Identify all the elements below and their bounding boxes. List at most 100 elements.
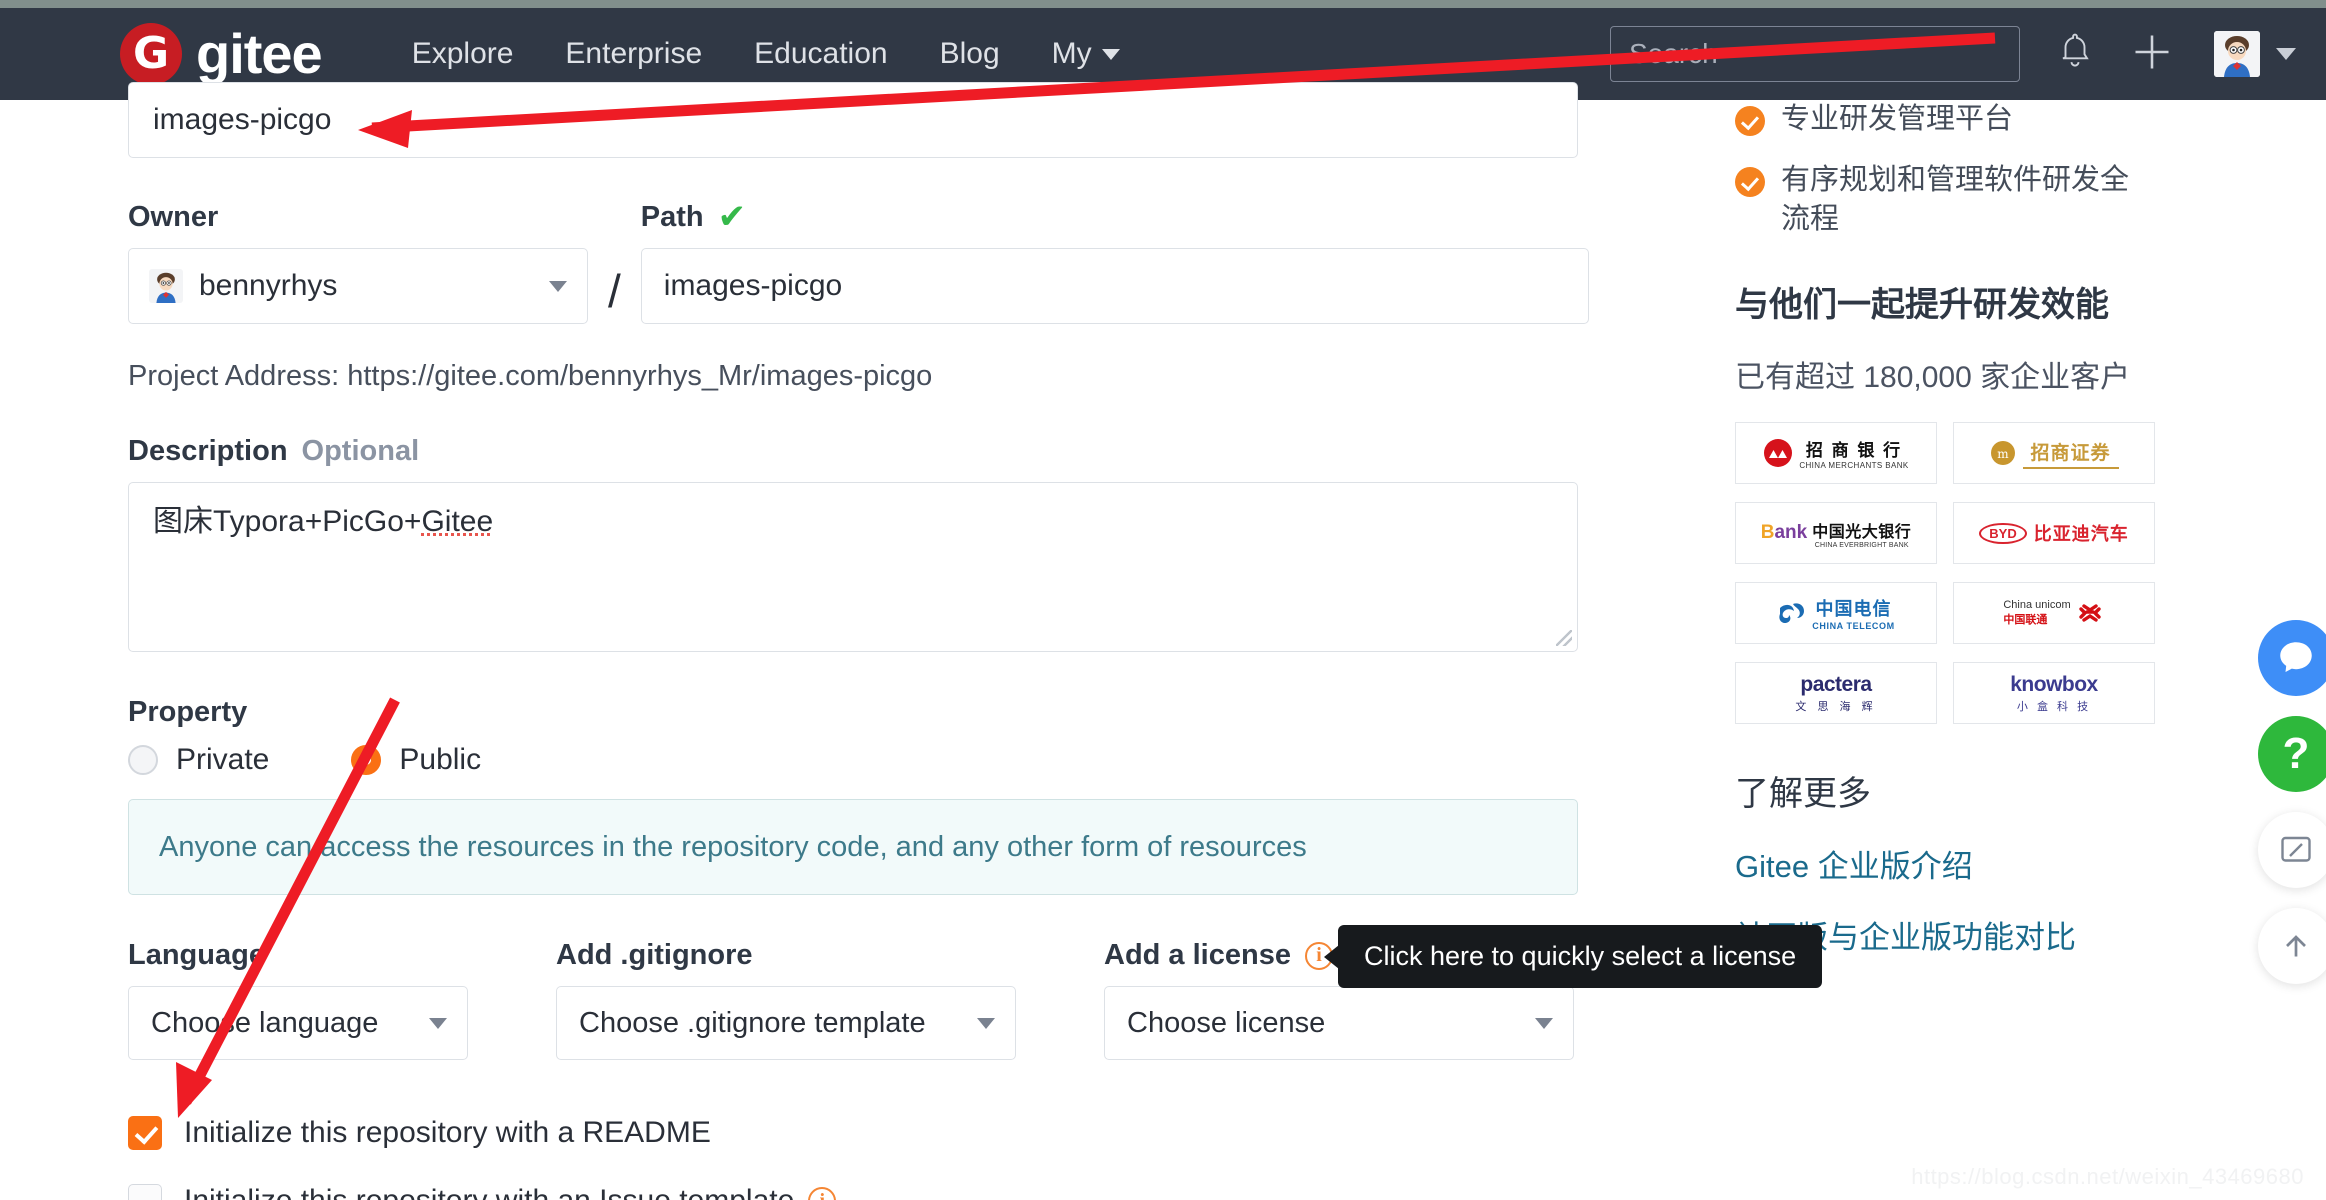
owner-label: Owner — [128, 201, 219, 233]
language-field-group: Language Choose language — [128, 939, 468, 1060]
new-repository-form: Owner bennyrh — [0, 82, 1640, 1200]
nav-item-my[interactable]: My — [1052, 37, 1120, 71]
project-address-text: Project Address: https://gitee.com/benny… — [128, 360, 933, 392]
language-value: Choose language — [151, 1006, 379, 1039]
feature-item: 专业研发管理平台 — [1735, 100, 2155, 139]
logo-main-text: pactera — [1800, 672, 1872, 696]
logo-bank-mark: Bank — [1760, 522, 1808, 544]
logo-main-text: 比亚迪汽车 — [2033, 524, 2129, 545]
logo-sub-text: 小 盒 科 技 — [2016, 700, 2092, 713]
logo-sub-text: BYD — [1979, 522, 2027, 544]
chat-bubble-fab[interactable] — [2258, 620, 2326, 696]
chevron-down-icon[interactable] — [2276, 48, 2296, 60]
owner-select[interactable]: bennyrhys — [128, 248, 588, 324]
logo-china-merchants-securities[interactable]: m 招商证券 — [1953, 422, 2155, 485]
watermark-text: https://blog.csdn.net/weixin_43469680 — [1911, 1164, 2304, 1189]
main-nav: Explore Enterprise Education Blog My — [412, 37, 1172, 71]
path-field-group: Path ✔ — [640, 200, 1589, 324]
license-select[interactable]: Choose license — [1104, 986, 1574, 1060]
gitee-logo-text: gitee — [196, 22, 323, 85]
readme-checkbox-row[interactable]: Initialize this repository with a README — [128, 1116, 1640, 1150]
path-label: Path ✔ — [641, 200, 1589, 234]
language-select[interactable]: Choose language — [128, 986, 468, 1060]
description-label: Description Optional — [128, 435, 1640, 468]
description-textarea[interactable]: 图床Typora+PicGo+Gitee — [128, 482, 1578, 652]
repository-name-input[interactable] — [128, 82, 1578, 158]
property-radio-group: Private Public — [128, 743, 1640, 777]
radio-label: Public — [399, 743, 482, 776]
description-text-plain: 图床Typora+PicGo+ — [153, 505, 422, 538]
license-value: Choose license — [1127, 1006, 1326, 1039]
plus-icon[interactable] — [2130, 30, 2174, 79]
logo-china-merchants-bank[interactable]: 招 商 银 行 CHINA MERCHANTS BANK — [1735, 422, 1937, 485]
search-input[interactable] — [1610, 26, 2020, 82]
nav-label: Enterprise — [565, 37, 703, 70]
logo-main-text: 中国联通 — [2003, 614, 2048, 627]
header-right-cluster — [1610, 8, 2326, 100]
logo-china-unicom[interactable]: China unicom 中国联通 — [1953, 582, 2155, 645]
path-valid-check-icon: ✔ — [717, 198, 747, 236]
radio-public[interactable]: Public — [351, 743, 481, 777]
avatar[interactable] — [2214, 31, 2260, 77]
radio-dot-icon — [128, 745, 158, 775]
textarea-resize-handle[interactable] — [1556, 630, 1572, 646]
feature-item: 有序规划和管理软件研发全流程 — [1735, 161, 2155, 239]
gitee-logo[interactable]: G gitee — [120, 22, 323, 85]
logo-china-everbright-bank[interactable]: Bank 中国光大银行 CHINA EVERBRIGHT BANK — [1735, 502, 1937, 565]
nav-item-education[interactable]: Education — [754, 37, 887, 71]
feedback-fab[interactable] — [2258, 812, 2326, 888]
logo-knowbox[interactable]: knowbox 小 盒 科 技 — [1953, 662, 2155, 725]
help-question-glyph: ? — [2282, 729, 2310, 778]
path-input[interactable] — [640, 248, 1589, 324]
svg-text:m: m — [1997, 447, 2009, 461]
nav-item-blog[interactable]: Blog — [940, 37, 1000, 71]
nav-item-explore[interactable]: Explore — [412, 37, 514, 71]
checkbox-unchecked-icon[interactable] — [128, 1184, 162, 1200]
logo-china-telecom[interactable]: 中国电信 CHINA TELECOM — [1735, 582, 1937, 645]
gitignore-label: Add .gitignore — [556, 939, 753, 971]
chevron-down-icon — [429, 1018, 447, 1029]
floating-action-stack: ? — [2258, 620, 2326, 1004]
logo-sub-text: CHINA MERCHANTS BANK — [1799, 461, 1909, 471]
logo-pactera[interactable]: pactera 文 思 海 辉 — [1735, 662, 1937, 725]
chevron-down-icon — [977, 1018, 995, 1029]
public-notice-text: Anyone can access the resources in the r… — [159, 830, 1307, 863]
link-enterprise-intro[interactable]: Gitee 企业版介绍 — [1735, 841, 2155, 886]
nav-item-enterprise[interactable]: Enterprise — [565, 37, 702, 71]
description-wrapper: 图床Typora+PicGo+Gitee — [128, 482, 1578, 652]
promo-sidebar: 专业研发管理平台 有序规划和管理软件研发全流程 与他们一起提升研发效能 已有超过… — [1735, 100, 2155, 983]
back-to-top-fab[interactable] — [2258, 908, 2326, 984]
owner-field-group: Owner bennyrhys — [128, 201, 588, 324]
chevron-down-icon — [1101, 48, 1120, 60]
info-icon[interactable]: i — [808, 1187, 837, 1200]
logo-main-text: knowbox — [2010, 672, 2098, 696]
logo-main-text: 中国光大银行 — [1812, 523, 1912, 541]
check-circle-icon — [1735, 106, 1765, 136]
issue-template-checkbox-row[interactable]: Initialize this repository with an Issue… — [128, 1184, 1640, 1200]
radio-label: Private — [176, 743, 270, 776]
license-label-text: Add a license — [1104, 939, 1291, 971]
issue-template-checkbox-label: Initialize this repository with an Issue… — [184, 1184, 794, 1200]
logo-main-text: 招商证券 — [2030, 441, 2111, 464]
language-label: Language — [128, 939, 265, 971]
description-label-text: Description — [128, 435, 288, 467]
learn-more-heading: 了解更多 — [1735, 775, 1871, 814]
nav-label: Explore — [411, 37, 514, 70]
description-optional-text: Optional — [301, 435, 420, 467]
page-root: G gitee Explore Enterprise Education Blo… — [0, 0, 2326, 1200]
property-label: Property — [128, 696, 248, 728]
owner-avatar-icon — [149, 269, 183, 303]
browser-chrome-strip — [0, 0, 2326, 8]
checkbox-checked-icon[interactable] — [128, 1116, 162, 1150]
bell-icon[interactable] — [2056, 31, 2094, 78]
owner-name: bennyrhys — [199, 269, 338, 302]
license-tooltip: Click here to quickly select a license — [1323, 925, 1823, 988]
gitignore-select[interactable]: Choose .gitignore template — [556, 986, 1016, 1060]
chevron-down-icon — [549, 281, 567, 292]
logo-byd-auto[interactable]: BYD 比亚迪汽车 — [1953, 502, 2155, 565]
public-notice-banner: Anyone can access the resources in the r… — [128, 799, 1578, 895]
gitee-logo-mark: G — [120, 23, 182, 85]
sidebar-subtext: 已有超过 180,000 家企业客户 — [1735, 361, 2131, 395]
radio-private[interactable]: Private — [128, 743, 269, 777]
help-question-fab[interactable]: ? — [2258, 716, 2326, 792]
